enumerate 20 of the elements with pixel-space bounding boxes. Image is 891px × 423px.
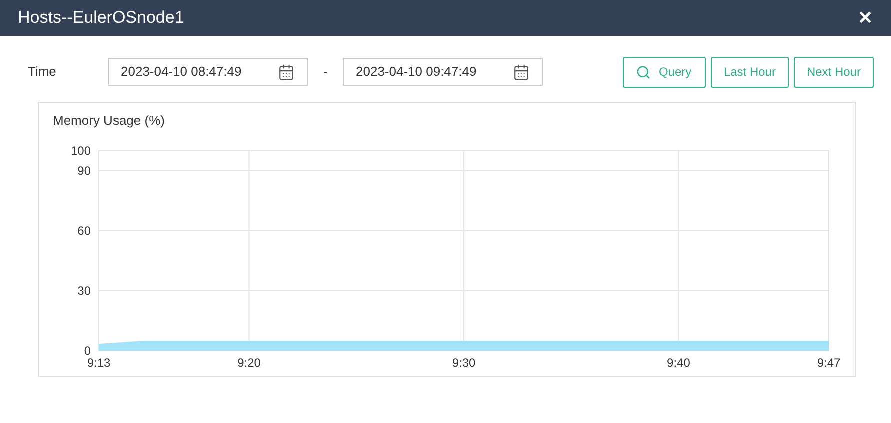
search-icon [636,64,651,80]
x-tick-label: 9:47 [817,356,841,370]
x-tick-label: 9:40 [667,356,690,370]
start-date-field[interactable]: 2023-04-10 08:47:49 [108,58,308,86]
time-label: Time [28,63,58,82]
chart-title: Memory Usage (%) [52,112,166,130]
end-date-field[interactable]: 2023-04-10 09:47:49 [343,58,543,86]
y-tick-label: 60 [78,224,91,238]
y-tick-label: 0 [84,344,91,358]
calendar-icon [513,64,530,80]
y-tick-label: 100 [70,144,91,158]
x-tick-label: 9:20 [238,356,261,370]
window-title: Hosts--EulerOSnode1 [18,7,184,30]
calendar-icon [278,64,295,80]
y-tick-label: 90 [78,164,91,178]
close-button[interactable]: ✕ [858,4,873,32]
x-tick-label: 9:30 [452,356,476,370]
y-tick-label: 30 [78,284,91,298]
date-separator: - [322,63,329,82]
x-tick-label: 9:13 [87,356,111,370]
